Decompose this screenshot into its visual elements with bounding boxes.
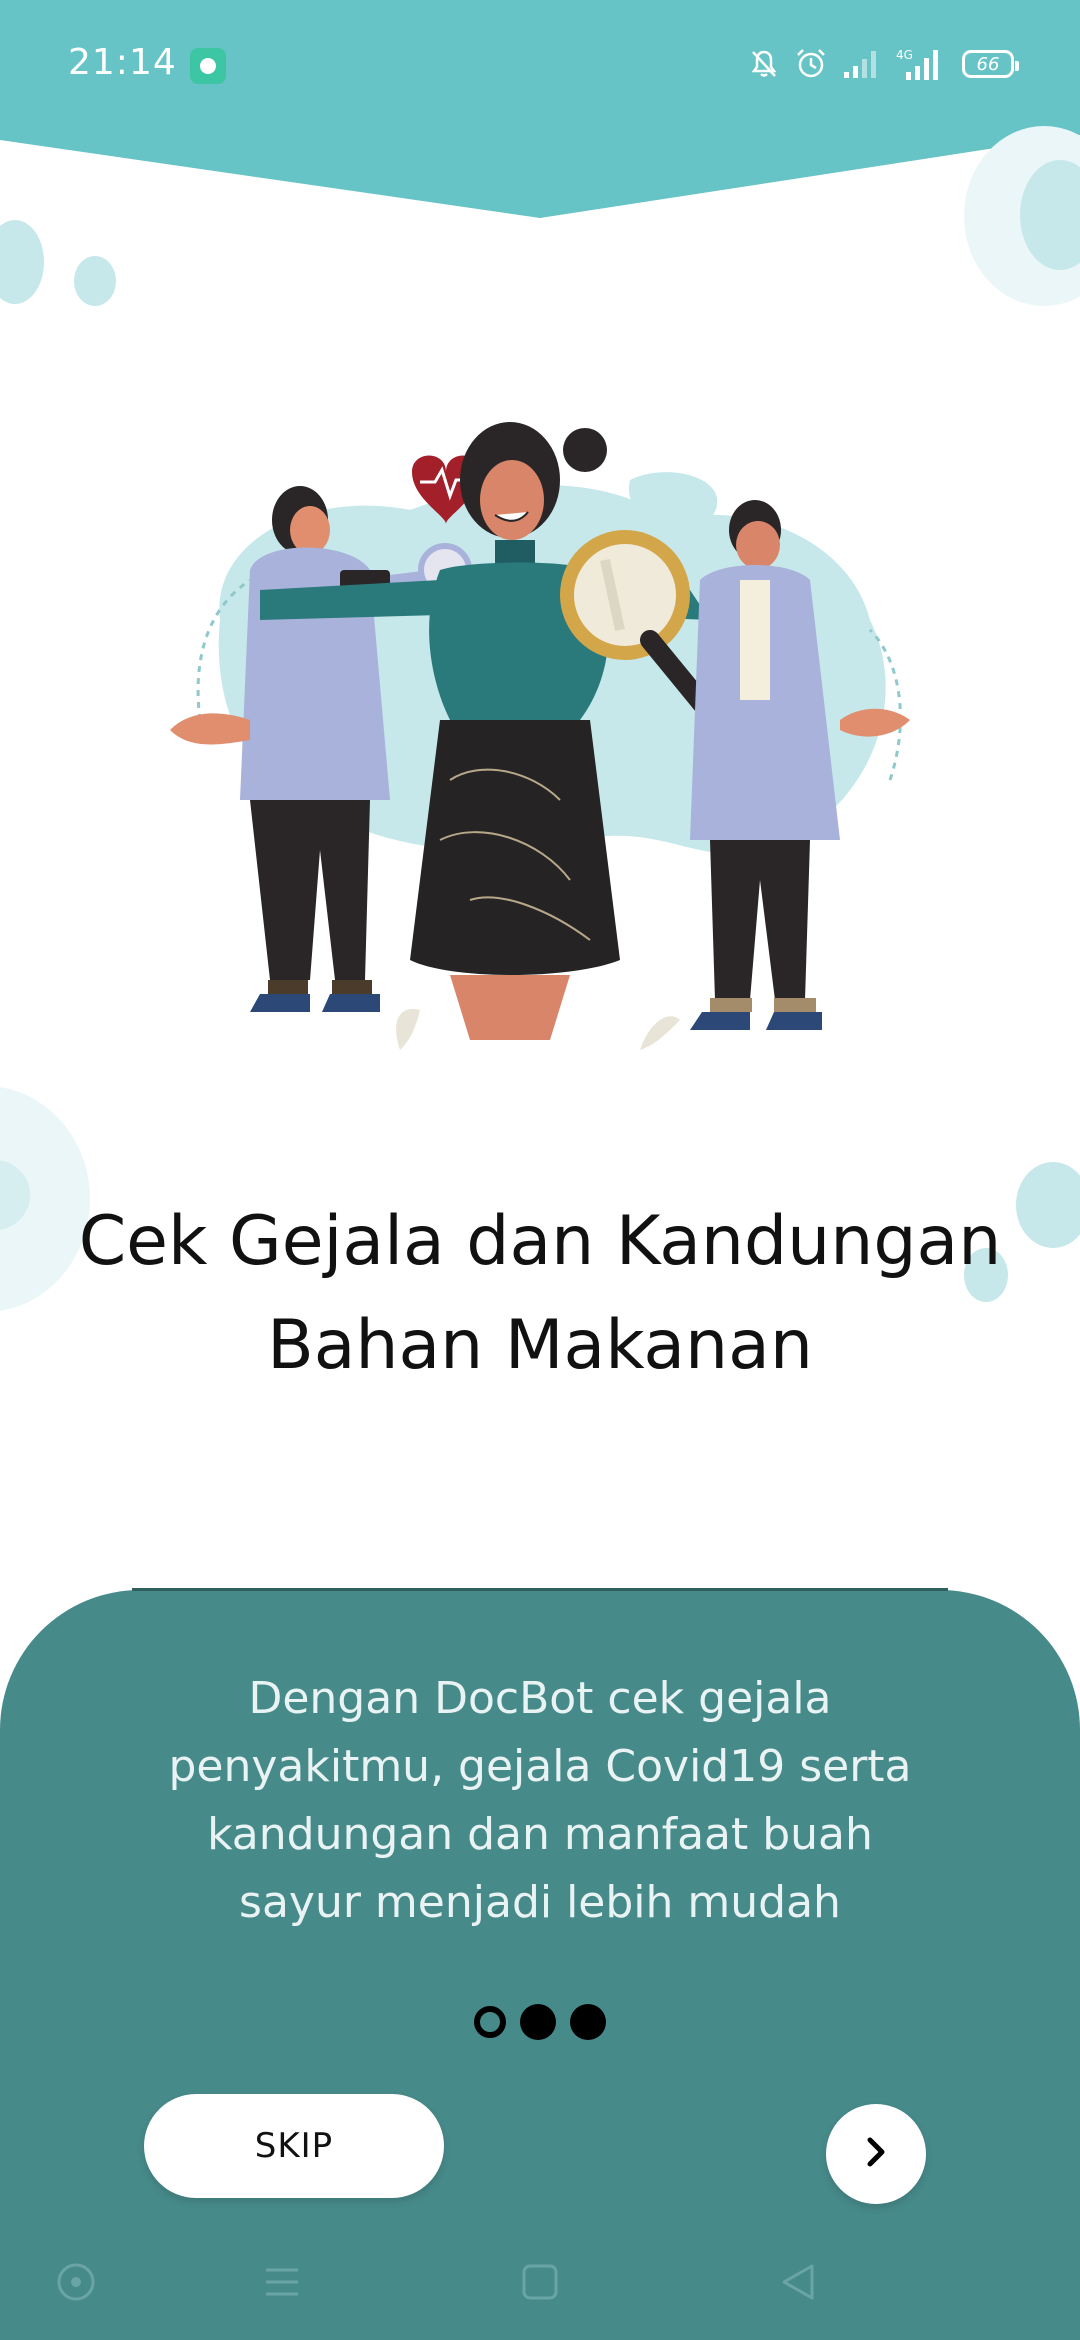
home-square-icon[interactable] (510, 2252, 570, 2312)
alarm-icon (794, 47, 828, 81)
menu-icon[interactable] (252, 2252, 312, 2312)
chevron-right-icon (856, 2132, 896, 2176)
decor-bubble (74, 256, 116, 306)
battery-icon: 66 (962, 50, 1019, 78)
svg-text:4G: 4G (896, 48, 913, 62)
assistant-icon[interactable] (46, 2252, 106, 2312)
mute-icon (748, 48, 780, 80)
headline-line-2: Bahan Makanan (267, 1306, 813, 1385)
description-line: Dengan DocBot cek gejala (248, 1673, 832, 1724)
status-icons: 4G 66 (748, 44, 1019, 84)
onboarding-illustration (150, 420, 930, 1060)
signal-icon (842, 48, 882, 80)
description-line: penyakitmu, gejala Covid19 serta (168, 1741, 912, 1792)
description-line: sayur menjadi lebih mudah (239, 1877, 841, 1928)
skip-button[interactable]: SKIP (144, 2094, 444, 2198)
page-dot-active[interactable] (474, 2006, 506, 2038)
status-bar: 21:14 4G 66 (0, 0, 1080, 130)
page-indicator (0, 2004, 1080, 2040)
headline-line-1: Cek Gejala dan Kandungan (78, 1202, 1002, 1281)
app-notification-icon (190, 48, 226, 84)
signal-4g-icon: 4G (896, 46, 948, 82)
onboarding-description: Dengan DocBot cek gejala penyakitmu, gej… (120, 1665, 960, 1937)
next-button[interactable] (826, 2104, 926, 2204)
description-line: kandungan dan manfaat buah (207, 1809, 873, 1860)
panel-divider (132, 1588, 948, 1591)
onboarding-screen: 21:14 4G 66 Cek Gejala dan Kandungan Bah… (0, 0, 1080, 2340)
system-navigation-bar (0, 2226, 1080, 2340)
back-triangle-icon[interactable] (768, 2252, 828, 2312)
page-dot[interactable] (520, 2004, 556, 2040)
onboarding-headline: Cek Gejala dan Kandungan Bahan Makanan (40, 1190, 1040, 1398)
status-time: 21:14 (68, 42, 177, 83)
page-dot[interactable] (570, 2004, 606, 2040)
